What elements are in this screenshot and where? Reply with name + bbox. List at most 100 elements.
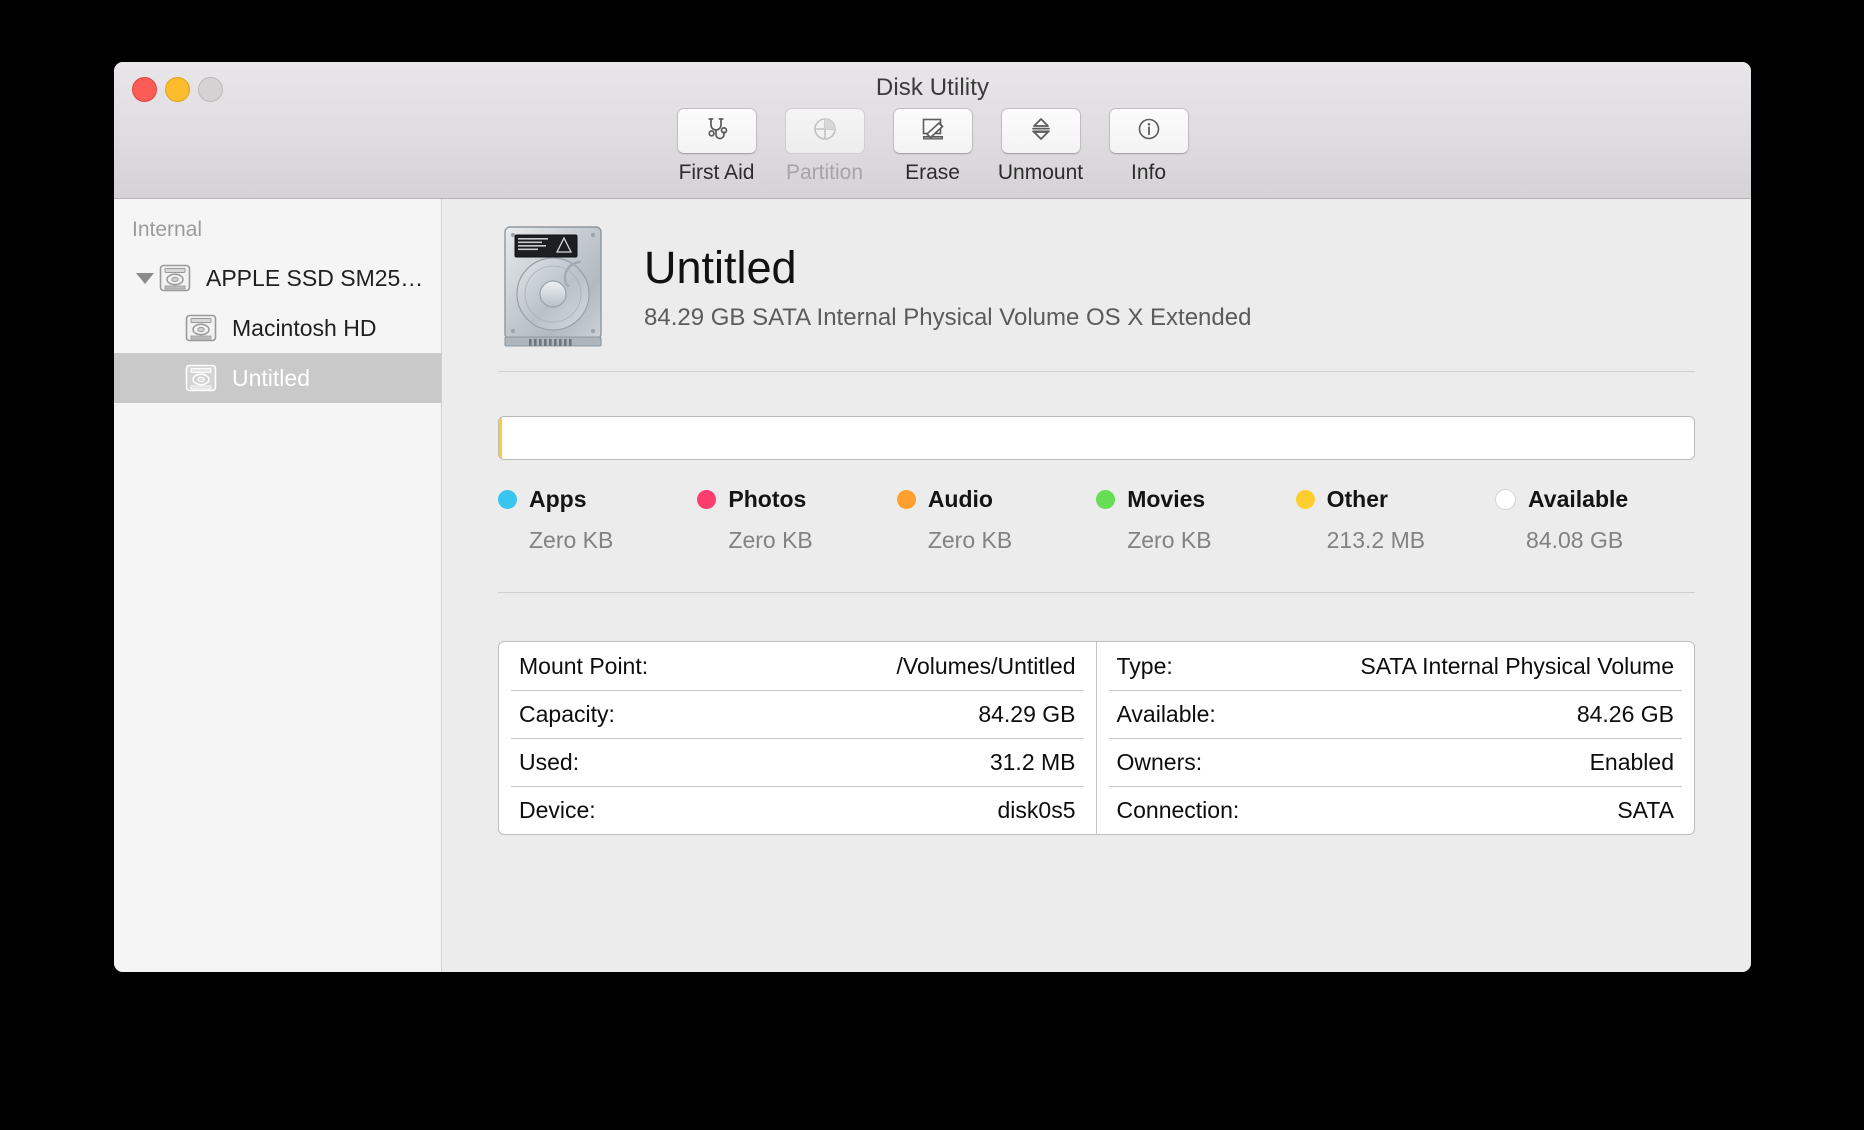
pie-chart-icon: [811, 115, 839, 148]
partition-label: Partition: [785, 161, 864, 184]
sidebar-section-internal: Internal: [132, 218, 203, 241]
info-key: Capacity:: [519, 700, 615, 727]
legend-item-available: Available 84.08 GB: [1495, 486, 1694, 554]
first-aid-button[interactable]: [676, 108, 757, 154]
legend-item-movies: Movies Zero KB: [1096, 486, 1295, 554]
capacity-segment-available: [501, 417, 1694, 459]
capacity-bar: [498, 416, 1695, 460]
info-row: Device: disk0s5: [499, 786, 1096, 834]
legend-label: Apps: [529, 486, 587, 512]
legend-swatch-photos-icon: [697, 490, 717, 509]
legend-item-audio: Audio Zero KB: [896, 486, 1096, 554]
sidebar-item-label: Macintosh HD: [232, 314, 377, 341]
legend-value: Zero KB: [728, 527, 813, 553]
info-row: Connection: SATA: [1097, 786, 1695, 834]
disk-utility-window: Disk Utility First Aid Partition Erase U…: [114, 62, 1751, 972]
info-key: Connection:: [1116, 796, 1240, 823]
volume-name: Untitled: [644, 242, 797, 294]
legend-label: Audio: [927, 486, 993, 512]
erase-icon: [919, 115, 947, 148]
window-body: Internal APPLE SSD SM25… Macintosh HD Un…: [114, 199, 1751, 972]
info-row: Owners: Enabled: [1097, 738, 1695, 786]
legend-label: Available: [1528, 486, 1629, 512]
info-row: Available: 84.26 GB: [1097, 690, 1695, 738]
toolbar-item-erase[interactable]: Erase: [890, 108, 976, 185]
hard-drive-icon: [184, 363, 222, 393]
toolbar-item-first-aid[interactable]: First Aid: [674, 108, 760, 185]
sidebar: Internal APPLE SSD SM25… Macintosh HD Un…: [114, 199, 442, 972]
legend-item-apps: Apps Zero KB: [498, 486, 697, 554]
erase-label: Erase: [905, 161, 960, 184]
info-key: Used:: [519, 748, 580, 775]
legend-label: Other: [1326, 486, 1388, 512]
info-row: Mount Point: /Volumes/Untitled: [499, 642, 1096, 690]
info-label: Info: [1130, 161, 1167, 184]
legend-swatch-movies-icon: [1096, 490, 1116, 509]
info-value: /Volumes/Untitled: [896, 652, 1076, 679]
sidebar-item-untitled[interactable]: Untitled: [114, 353, 441, 403]
info-button[interactable]: [1108, 108, 1189, 154]
info-column-right: Type: SATA Internal Physical Volume Availa…: [1097, 642, 1695, 834]
info-value: disk0s5: [997, 796, 1076, 823]
toolbar-item-unmount[interactable]: Unmount: [998, 108, 1084, 185]
unmount-icon: [1027, 115, 1055, 148]
volume-subtitle: 84.29 GB SATA Internal Physical Volume O…: [644, 303, 1252, 331]
legend-value: 84.08 GB: [1526, 527, 1624, 553]
info-key: Owners:: [1116, 748, 1203, 775]
info-circle-icon: [1135, 115, 1163, 148]
hard-drive-icon: [158, 263, 196, 293]
volume-info-text: Untitled 84.29 GB SATA Internal Physical…: [644, 244, 1251, 331]
hard-drive-icon: [184, 313, 222, 343]
legend-swatch-audio-icon: [896, 490, 916, 509]
legend-value: Zero KB: [927, 527, 1013, 553]
info-key: Mount Point:: [519, 652, 649, 679]
info-value: 31.2 MB: [989, 748, 1076, 775]
info-value: Enabled: [1589, 748, 1674, 775]
legend-label: Movies: [1127, 486, 1206, 512]
info-row: Used: 31.2 MB: [499, 738, 1096, 786]
first-aid-label: First Aid: [678, 161, 755, 184]
sidebar-item-label: Untitled: [232, 364, 310, 391]
info-value: 84.29 GB: [978, 700, 1076, 727]
legend-swatch-apps-icon: [498, 490, 517, 509]
disclosure-triangle-icon[interactable]: [132, 272, 158, 284]
legend-swatch-available-icon: [1495, 489, 1517, 510]
info-row: Capacity: 84.29 GB: [499, 690, 1096, 738]
legend-value: 213.2 MB: [1326, 527, 1426, 553]
erase-button[interactable]: [892, 108, 973, 154]
toolbar-item-info[interactable]: Info: [1106, 108, 1192, 185]
info-key: Available:: [1116, 700, 1216, 727]
info-value: SATA Internal Physical Volume: [1360, 652, 1674, 679]
stethoscope-icon: [703, 115, 731, 148]
window-title: Disk Utility: [875, 74, 990, 101]
volume-header: Untitled 84.29 GB SATA Internal Physical…: [498, 199, 1695, 349]
sidebar-item-label: APPLE SSD SM25…: [206, 264, 424, 291]
unmount-label: Unmount: [997, 161, 1084, 184]
info-table: Mount Point: /Volumes/Untitled Capacity: 84…: [498, 641, 1695, 835]
legend-value: Zero KB: [1127, 527, 1212, 553]
partition-button: [784, 108, 865, 154]
divider-bottom: [498, 592, 1695, 593]
internal-hard-drive-large-icon: [502, 224, 606, 353]
legend-item-photos: Photos Zero KB: [697, 486, 896, 554]
sidebar-item-apple-ssd[interactable]: APPLE SSD SM25…: [114, 253, 441, 303]
legend-item-other: Other 213.2 MB: [1295, 486, 1495, 554]
legend-value: Zero KB: [529, 527, 614, 553]
toolbar: First Aid Partition Erase Unmount Info: [114, 108, 1751, 185]
info-row: Type: SATA Internal Physical Volume: [1097, 642, 1695, 690]
unmount-button[interactable]: [1000, 108, 1081, 154]
info-value: SATA: [1617, 796, 1674, 823]
info-key: Type:: [1116, 652, 1173, 679]
toolbar-item-partition: Partition: [782, 108, 868, 185]
info-value: 84.26 GB: [1576, 700, 1674, 727]
capacity-chart: Apps Zero KB Photos Zero KB Audio Zero KB Movi…: [498, 372, 1695, 554]
legend-label: Photos: [728, 486, 807, 512]
sidebar-item-macintosh-hd[interactable]: Macintosh HD: [114, 303, 441, 353]
capacity-legend: Apps Zero KB Photos Zero KB Audio Zero KB Movi…: [498, 486, 1695, 554]
legend-swatch-other-icon: [1295, 490, 1315, 509]
info-key: Device:: [519, 796, 596, 823]
titlebar: Disk Utility First Aid Partition Erase U…: [114, 62, 1751, 199]
main-pane: Untitled 84.29 GB SATA Internal Physical…: [442, 199, 1751, 972]
volume-details: Mount Point: /Volumes/Untitled Capacity: 84…: [498, 641, 1695, 835]
info-column-left: Mount Point: /Volumes/Untitled Capacity: 84…: [499, 642, 1097, 834]
